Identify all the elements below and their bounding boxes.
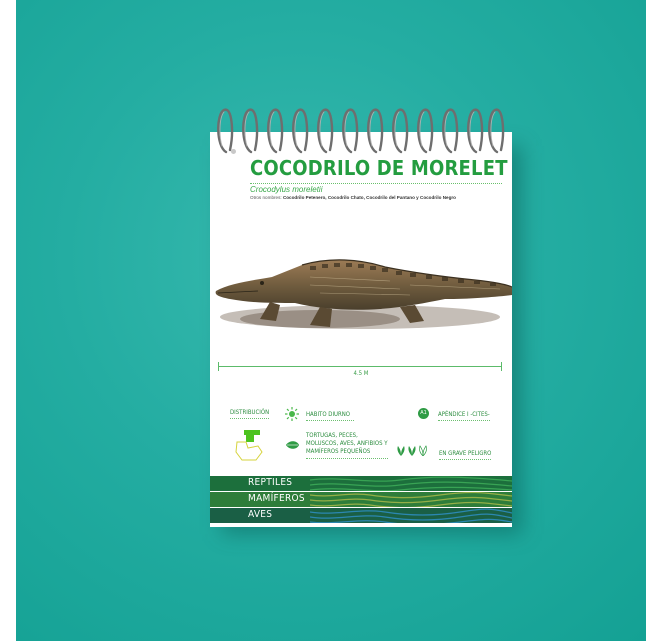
category-mammals-label: MAMÍFEROS	[248, 493, 305, 504]
title-divider	[250, 183, 502, 184]
category-band-reptiles[interactable]: REPTILES	[210, 476, 512, 491]
cites-label: APÉNDICE I -CITES-	[438, 411, 490, 421]
other-names: Otros nombres: Cocodrilo Petenero, Cocod…	[250, 195, 456, 200]
reptile-texture-pattern	[310, 476, 512, 491]
diet-line-2: MOLUSCOS, AVES, ANFIBIOS Y	[306, 440, 388, 447]
map-icon	[235, 430, 263, 461]
spiral-binding	[217, 108, 505, 154]
size-label: 4.5 M	[353, 370, 369, 377]
status-label: EN GRAVE PELIGRO	[439, 450, 492, 460]
category-birds-label: AVES	[248, 509, 273, 520]
diet-line-3: MAMÍFEROS PEQUEÑOS	[306, 448, 388, 459]
distribution-label: DISTRIBUCIÓN	[230, 409, 270, 419]
cites-badge-icon: A1	[418, 408, 429, 419]
leaf-icon	[286, 441, 299, 449]
sun-icon	[285, 407, 299, 421]
scientific-name: Crocodylus moreletii	[250, 185, 323, 194]
plant-icon	[397, 445, 427, 456]
other-names-label: Otros nombres:	[250, 195, 282, 200]
species-card-notebook: COCODRILO DE MORELET Crocodylus moreleti…	[210, 132, 512, 527]
category-band-mammals[interactable]: MAMÍFEROS	[210, 492, 512, 507]
category-reptiles-label: REPTILES	[248, 477, 293, 488]
bird-texture-pattern	[310, 508, 512, 523]
crocodile-illustration	[215, 259, 512, 329]
habit-label: HABITO DIURNO	[306, 411, 354, 421]
diet-text: TORTUGAS, PECES, MOLUSCOS, AVES, ANFIBIO…	[306, 432, 388, 459]
mammal-texture-pattern	[310, 492, 512, 507]
category-band-birds[interactable]: AVES	[210, 508, 512, 523]
diet-line-1: TORTUGAS, PECES,	[306, 432, 358, 439]
species-title: COCODRILO DE MORELET	[250, 156, 508, 180]
other-names-value: Cocodrilo Petenero, Cocodrilo Chato, Coc…	[282, 195, 456, 200]
